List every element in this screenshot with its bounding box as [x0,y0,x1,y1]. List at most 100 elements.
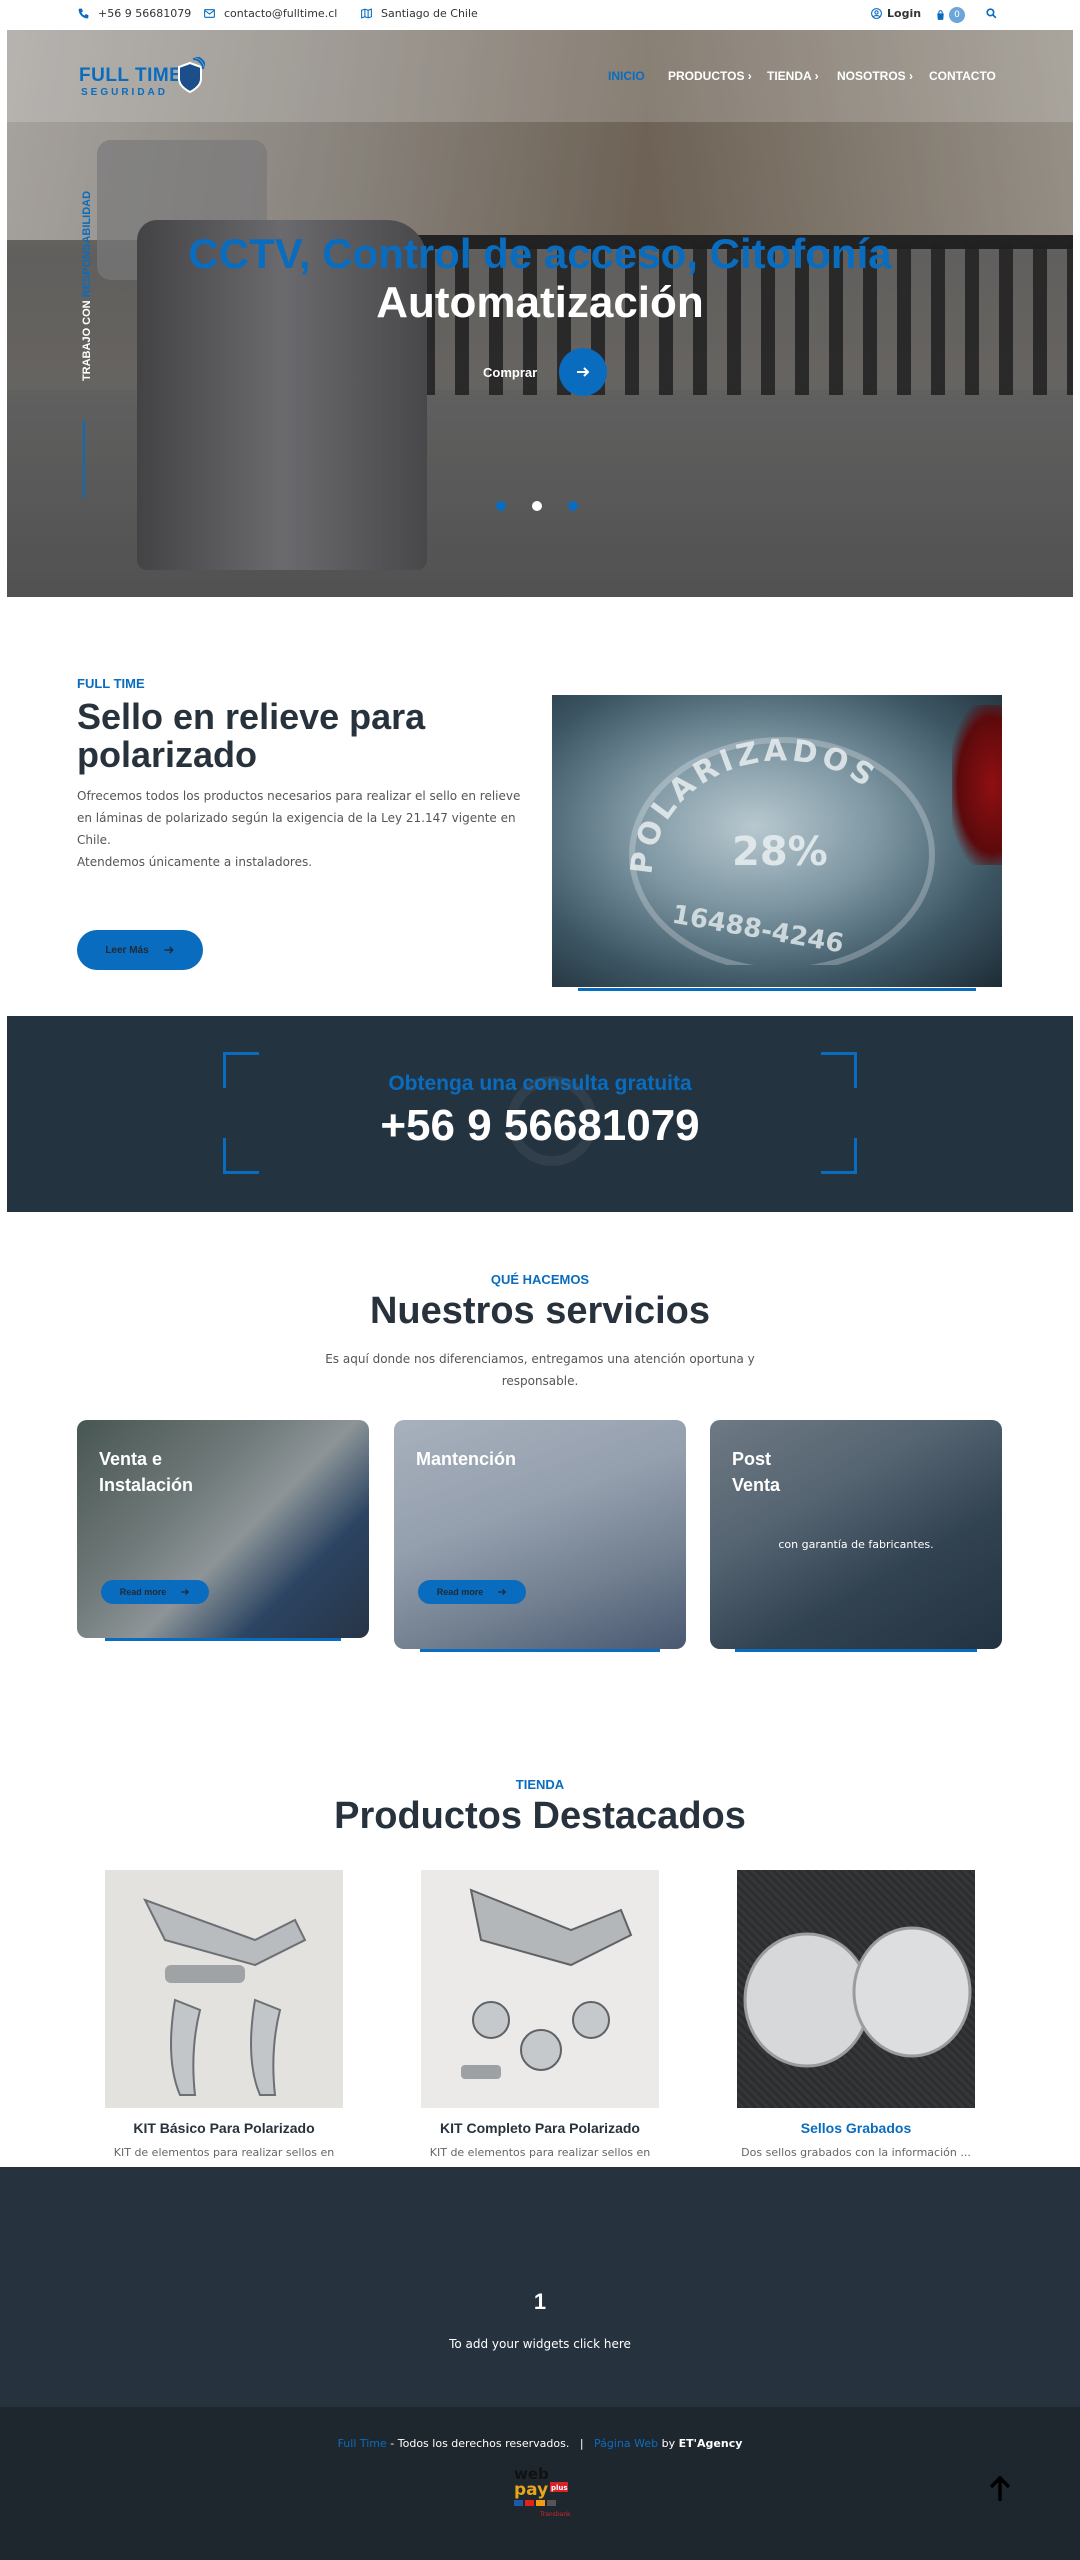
seal-percent-text: 28% [732,829,828,875]
webpay-logo-text-transbank: Transbank [539,2511,571,2518]
services-title: Nuestros servicios [369,1290,711,1332]
widget-placeholder-link[interactable]: To add your widgets click here [0,2337,1080,2351]
product-card[interactable]: KIT Completo Para Polarizado KIT de elem… [421,1870,659,2159]
webpay-logo: web pay plus Transbank [514,2465,571,2518]
nav-contacto[interactable]: CONTACTO [929,69,996,83]
products-title: Productos Destacados [334,1795,746,1837]
services-kicker: QUÉ HACEMOS [490,1272,590,1287]
product-description: Dos sellos grabados con la información .… [741,2146,971,2159]
footer-widget-area: 1 To add your widgets click here [0,2167,1080,2407]
search-icon [986,8,997,19]
arrow-right-icon [164,946,174,954]
slider-dot-1[interactable] [496,501,506,511]
cart-count-badge: 0 [949,7,965,23]
topbar-location-text: Santiago de Chile [381,7,478,20]
site-footer: Full Time - Todos los derechos reservado… [0,2407,1080,2560]
arrow-right-icon [498,1589,507,1595]
service-card-title: Mantención [416,1449,517,1469]
service-read-more-label: Read more [436,1587,484,1597]
site-logo[interactable]: FULL TIME SEGURIDAD [79,57,219,103]
mail-icon [204,9,215,18]
service-card-venta[interactable]: Venta e Instalación Read more [77,1420,369,1638]
product-name[interactable]: Sellos Grabados [737,2120,975,2136]
topbar-phone[interactable]: +56 9 56681079 [77,7,191,20]
product-name[interactable]: KIT Completo Para Polarizado [421,2120,659,2136]
product-card[interactable]: KIT Básico Para Polarizado KIT de elemen… [105,1870,343,2159]
footer-web-link[interactable]: Página Web [594,2437,658,2450]
consult-kicker: Obtenga una consulta gratuita [388,1072,692,1095]
product-card[interactable]: Sellos Grabados Dos sellos grabados con … [737,1870,975,2159]
hero-cta-button[interactable] [559,348,608,396]
slider-dot-2[interactable] [532,501,542,511]
service-card-title: Post Venta [732,1449,781,1495]
scroll-to-top-button[interactable] [984,2473,1016,2505]
service-read-more-label: Read more [119,1587,167,1597]
about-image-accent-line [578,988,976,991]
slider-dots [496,501,578,511]
product-name[interactable]: KIT Básico Para Polarizado [105,2120,343,2136]
read-more-button[interactable]: Leer Más [77,930,203,970]
topbar-email-text: contacto@fulltime.cl [224,7,338,20]
footer-agency-link[interactable]: ET'Agency [679,2437,743,2450]
slider-dot-3[interactable] [568,501,578,511]
hero-cta[interactable]: Comprar [483,348,608,396]
phone-icon [78,8,89,19]
page: +56 9 56681079 contacto@fulltime.cl Sant… [0,0,1080,2560]
service-accent-line [735,1649,977,1652]
about-paragraph-1: Ofrecemos todos los productos necesarios… [77,789,521,847]
service-accent-line [105,1638,341,1641]
nav-nosotros[interactable]: NOSOTROS › [837,69,913,83]
nav-nosotros-label: NOSOTROS [837,69,906,83]
service-read-more-button[interactable]: Read more [101,1580,209,1604]
product-image[interactable] [421,1870,659,2108]
embosser-kit-graphic [461,1888,633,2079]
service-card-postventa[interactable]: Post Venta con garantía de fabricantes. [710,1420,1002,1649]
topbar-phone-text: +56 9 56681079 [98,7,192,20]
service-card-subtitle: con garantía de fabricantes. [778,1538,934,1551]
logo-text-sub: SEGURIDAD [81,87,169,98]
about-paragraph-2: Atendemos únicamente a instaladores. [77,855,313,869]
hero-slider: FULL TIME SEGURIDAD INICIO PRODUCTOS › T… [7,30,1073,597]
footer-credits: Full Time - Todos los derechos reservado… [0,2437,1080,2450]
products-kicker: TIENDA [515,1777,565,1792]
hero-title-secondary: Automatización [376,278,704,327]
cart-icon [937,9,944,20]
hero-cta-label: Comprar [483,364,538,380]
map-icon [361,8,372,19]
seal-image-red-tint [952,705,1002,865]
webpay-logo-text-plus: plus [551,2484,568,2492]
nav-productos-label: PRODUCTOS [668,69,745,83]
login-label: Login [887,7,922,20]
hero-vertical-line [83,420,85,498]
service-card-mantencion[interactable]: Mantención Read more [394,1420,686,1649]
footer-rights: - Todos los derechos reservados. [386,2437,570,2450]
footer-separator: | [579,2437,584,2450]
nav-inicio[interactable]: INICIO [608,69,645,83]
product-description: KIT de elementos para realizar sellos en [429,2146,651,2159]
nav-tienda-label: TIENDA [767,69,812,83]
nav-tienda[interactable]: TIENDA › [767,69,819,83]
logo-text-main: FULL TIME [79,65,183,86]
product-image[interactable] [105,1870,343,2108]
user-icon [871,8,882,19]
about-kicker: FULL TIME [77,676,145,691]
product-description: KIT de elementos para realizar sellos en [113,2146,335,2159]
services-description: Es aquí donde nos diferenciamos, entrega… [325,1352,755,1388]
shield-icon [178,57,205,94]
nav-productos[interactable]: PRODUCTOS › [668,69,752,83]
topbar-email[interactable]: contacto@fulltime.cl [203,7,337,20]
service-card-title: Venta e Instalación [99,1449,194,1495]
cart-button[interactable]: 0 [934,7,965,23]
embossed-seal-graphic: POLARIZADOS 28% 16488-4246 [624,733,935,965]
widget-number: 1 [533,2289,547,2314]
product-image[interactable] [737,1870,975,2108]
consult-banner: Obtenga una consulta gratuita +56 9 5668… [7,1016,1073,1212]
search-button[interactable] [985,7,998,20]
service-read-more-button[interactable]: Read more [418,1580,526,1604]
footer-brand-link[interactable]: Full Time [338,2437,387,2450]
footer-by: by [658,2437,679,2450]
login-link[interactable]: Login [870,7,921,20]
webpay-logo-text-pay: pay [514,2480,548,2500]
arrow-up-icon [989,2475,1011,2501]
consult-phone[interactable]: +56 9 56681079 [7,1101,1073,1151]
